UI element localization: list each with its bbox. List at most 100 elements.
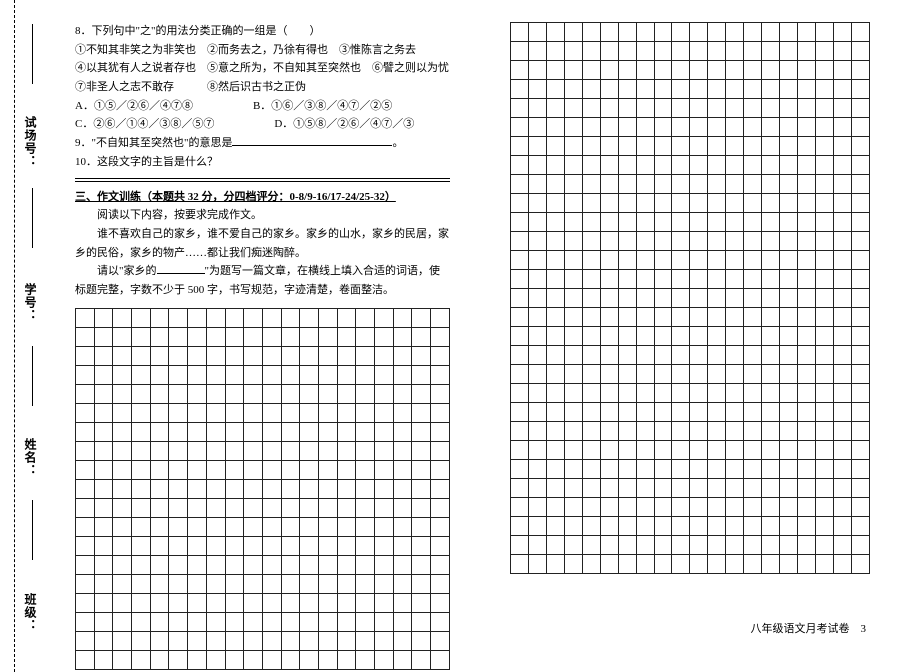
grid-cell <box>169 384 188 403</box>
grid-cell <box>672 517 690 536</box>
grid-cell <box>708 327 726 346</box>
divider-top <box>75 178 450 179</box>
grid-cell <box>356 536 375 555</box>
grid-cell <box>206 308 225 327</box>
grid-cell <box>690 80 708 99</box>
grid-cell <box>636 99 654 118</box>
grid-cell <box>511 213 529 232</box>
grid-cell <box>726 80 744 99</box>
grid-cell <box>511 555 529 574</box>
grid-cell <box>600 118 618 137</box>
grid-cell <box>262 403 281 422</box>
grid-cell <box>690 308 708 327</box>
grid-cell <box>815 194 833 213</box>
grid-cell <box>780 422 798 441</box>
grid-cell <box>798 536 816 555</box>
grid-cell <box>188 612 207 631</box>
grid-cell <box>815 42 833 61</box>
grid-cell <box>188 479 207 498</box>
grid-cell <box>798 270 816 289</box>
grid-cell <box>169 498 188 517</box>
grid-cell <box>262 441 281 460</box>
grid-cell <box>511 327 529 346</box>
grid-cell <box>708 384 726 403</box>
grid-cell <box>672 99 690 118</box>
grid-cell <box>564 270 582 289</box>
grid-cell <box>780 289 798 308</box>
grid-cell <box>262 460 281 479</box>
grid-cell <box>744 213 762 232</box>
grid-cell <box>262 574 281 593</box>
grid-cell <box>833 194 851 213</box>
grid-cell <box>654 536 672 555</box>
grid-cell <box>262 479 281 498</box>
grid-cell <box>762 99 780 118</box>
grid-cell <box>188 308 207 327</box>
grid-cell <box>393 327 412 346</box>
grid-cell <box>431 441 450 460</box>
grid-cell <box>393 384 412 403</box>
grid-cell <box>132 612 151 631</box>
grid-cell <box>511 42 529 61</box>
grid-cell <box>546 118 564 137</box>
grid-cell <box>762 327 780 346</box>
grid-cell <box>815 175 833 194</box>
grid-cell <box>851 137 869 156</box>
grid-cell <box>206 555 225 574</box>
grid-cell <box>833 479 851 498</box>
grid-cell <box>618 441 636 460</box>
grid-cell <box>412 631 431 650</box>
grid-cell <box>511 232 529 251</box>
grid-cell <box>337 593 356 612</box>
grid-cell <box>780 460 798 479</box>
grid-cell <box>762 384 780 403</box>
grid-cell <box>654 99 672 118</box>
grid-cell <box>618 232 636 251</box>
grid-cell <box>546 308 564 327</box>
grid-cell <box>94 574 113 593</box>
grid-cell <box>244 346 263 365</box>
grid-cell <box>833 289 851 308</box>
grid-cell <box>528 555 546 574</box>
grid-cell <box>636 137 654 156</box>
grid-cell <box>225 517 244 536</box>
grid-cell <box>744 99 762 118</box>
grid-cell <box>431 574 450 593</box>
grid-cell <box>528 422 546 441</box>
grid-cell <box>337 631 356 650</box>
grid-cell <box>318 384 337 403</box>
grid-cell <box>690 61 708 80</box>
grid-cell <box>412 403 431 422</box>
grid-cell <box>582 536 600 555</box>
section3-head: 三、作文训练（本题共 32 分，分四档评分：0-8/9-16/17-24/25-… <box>75 188 450 207</box>
grid-cell <box>654 194 672 213</box>
grid-cell <box>431 346 450 365</box>
grid-cell <box>375 536 394 555</box>
grid-cell <box>225 384 244 403</box>
grid-cell <box>726 422 744 441</box>
grid-cell <box>600 479 618 498</box>
grid-cell <box>744 479 762 498</box>
grid-cell <box>76 460 95 479</box>
grid-cell <box>546 441 564 460</box>
grid-cell <box>851 498 869 517</box>
grid-cell <box>375 517 394 536</box>
grid-cell <box>393 612 412 631</box>
grid-cell <box>76 308 95 327</box>
grid-cell <box>708 99 726 118</box>
grid-cell <box>375 555 394 574</box>
grid-cell <box>744 42 762 61</box>
grid-cell <box>393 650 412 669</box>
grid-cell <box>815 137 833 156</box>
grid-cell <box>690 156 708 175</box>
grid-cell <box>815 251 833 270</box>
grid-cell <box>375 441 394 460</box>
grid-cell <box>690 137 708 156</box>
grid-cell <box>375 612 394 631</box>
grid-cell <box>206 479 225 498</box>
grid-cell <box>762 441 780 460</box>
side-label-shichang: 试场号： <box>22 116 39 168</box>
grid-cell <box>546 498 564 517</box>
grid-cell <box>546 270 564 289</box>
grid-cell <box>744 498 762 517</box>
